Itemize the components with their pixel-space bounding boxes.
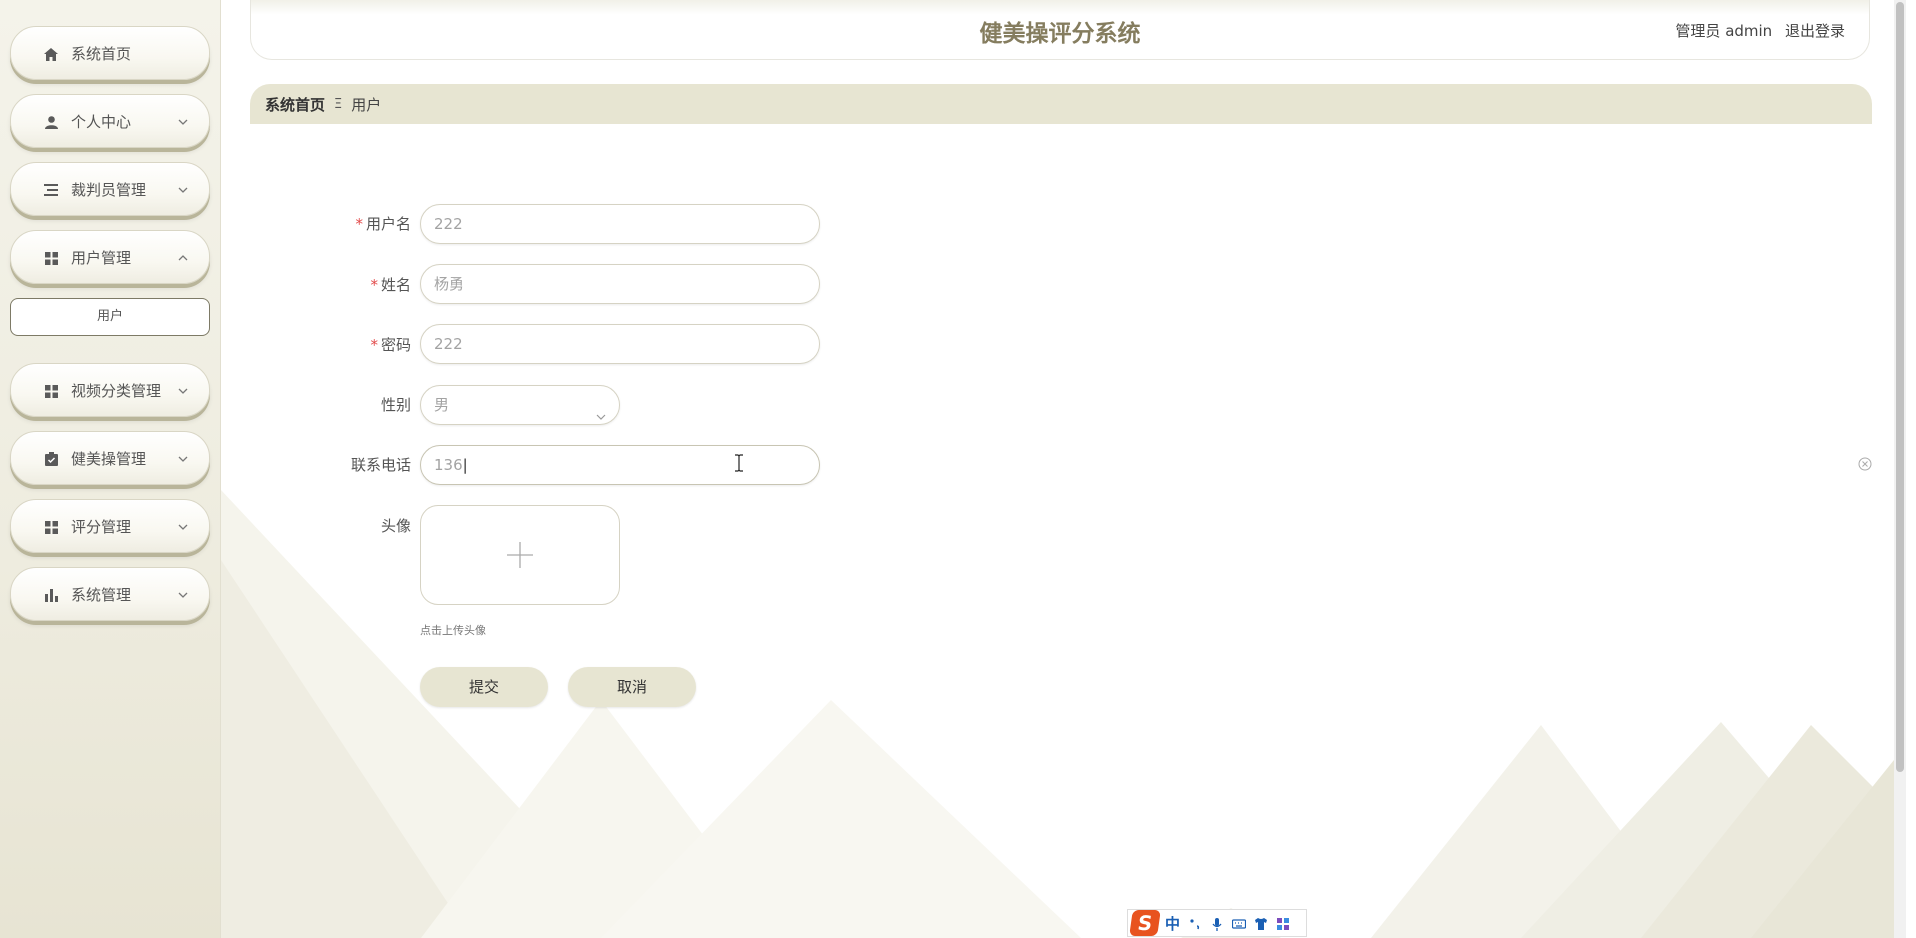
ime-mode-toggle[interactable]: 中 — [1165, 913, 1180, 934]
gender-selected-value: 男 — [434, 396, 450, 414]
skin-shirt-icon[interactable] — [1254, 916, 1268, 930]
chevron-down-icon — [177, 450, 189, 462]
required-mark: * — [370, 336, 378, 354]
app-title: 健美操评分系统 — [979, 21, 1141, 47]
chevron-down-icon — [177, 382, 189, 394]
sidebar-item-label: 健美操管理 — [71, 450, 147, 468]
user-icon — [43, 115, 59, 129]
grid-icon — [43, 384, 59, 398]
sidebar-item-personal-center[interactable]: 个人中心 — [10, 94, 210, 148]
name-field[interactable]: 杨勇 — [420, 264, 820, 304]
gender-select[interactable]: 男 — [420, 385, 620, 425]
sidebar-item-aerobics-management[interactable]: 健美操管理 — [10, 431, 210, 485]
sidebar-item-referee-management[interactable]: 裁判员管理 — [10, 162, 210, 216]
name-label: * 姓名 — [370, 276, 411, 294]
sogou-logo-icon[interactable]: S — [1129, 910, 1161, 936]
sidebar-item-video-category-management[interactable]: 视频分类管理 — [10, 363, 210, 417]
chevron-down-icon — [177, 586, 189, 598]
required-mark: * — [370, 276, 378, 294]
clipboard-icon — [43, 452, 59, 466]
logout-link[interactable]: 退出登录 — [1785, 22, 1845, 40]
plus-icon — [505, 540, 535, 570]
sidebar-item-home[interactable]: 系统首页 — [10, 26, 210, 80]
sidebar-item-label: 系统管理 — [71, 586, 132, 604]
sidebar-item-label: 视频分类管理 — [71, 382, 162, 400]
text-caret: | — [462, 456, 468, 474]
chevron-down-icon — [177, 113, 189, 125]
password-field[interactable]: 222 — [420, 324, 820, 364]
breadcrumb: 系统首页 Ξ 用户 — [250, 84, 1872, 124]
user-info: 管理员 admin 退出登录 — [1667, 20, 1845, 41]
password-label: * 密码 — [370, 336, 411, 354]
submit-button[interactable]: 提交 — [420, 667, 548, 707]
keyboard-icon[interactable] — [1231, 916, 1247, 930]
sidebar-item-label: 个人中心 — [71, 113, 132, 131]
scrollbar-thumb[interactable] — [1896, 2, 1904, 772]
page-scrollbar[interactable] — [1894, 0, 1906, 938]
toolbox-grid-icon[interactable] — [1276, 916, 1290, 930]
sidebar-item-label: 用户管理 — [71, 249, 132, 267]
chevron-down-icon — [595, 399, 607, 420]
username-field[interactable]: 222 — [420, 204, 820, 244]
top-header: 健美操评分系统 管理员 admin 退出登录 — [250, 0, 1870, 60]
avatar-label: 头像 — [380, 517, 411, 535]
punctuation-icon[interactable] — [1188, 916, 1202, 930]
breadcrumb-separator-icon: Ξ — [334, 96, 343, 112]
grid-icon — [43, 520, 59, 534]
phone-label: 联系电话 — [350, 456, 411, 474]
required-mark: * — [355, 215, 363, 233]
clear-circle-icon[interactable] — [1858, 456, 1872, 471]
gender-label: 性别 — [380, 396, 411, 414]
grid-icon — [43, 251, 59, 265]
chevron-up-icon — [177, 249, 189, 261]
chevron-down-icon — [177, 181, 189, 193]
chevron-down-icon — [177, 518, 189, 530]
avatar-upload-tip: 点击上传头像 — [420, 624, 486, 637]
phone-field-value: 136 — [434, 456, 463, 474]
ime-toolbar: S 中 — [1127, 909, 1307, 937]
sidebar-item-system-management[interactable]: 系统管理 — [10, 567, 210, 621]
list-icon — [43, 183, 59, 197]
admin-user-label: 管理员 admin — [1675, 22, 1773, 40]
avatar-upload[interactable] — [420, 505, 620, 605]
main-content: 健美操评分系统 管理员 admin 退出登录 系统首页 Ξ 用户 * 用户名 22… — [221, 0, 1906, 938]
text-cursor-icon — [733, 454, 745, 472]
sidebar-item-score-management[interactable]: 评分管理 — [10, 499, 210, 553]
phone-field[interactable]: 136| — [420, 445, 820, 485]
breadcrumb-current: 用户 — [351, 95, 382, 114]
sidebar-subitem-user[interactable]: 用户 — [10, 298, 210, 336]
sidebar: 系统首页 个人中心 裁判员管理 用户管理 用户 视频分类管理 健美操管理 评分管… — [0, 0, 221, 938]
sidebar-item-user-management[interactable]: 用户管理 — [10, 230, 210, 284]
sidebar-item-label: 系统首页 — [71, 45, 132, 63]
microphone-icon[interactable] — [1210, 916, 1224, 931]
breadcrumb-home-link[interactable]: 系统首页 — [265, 94, 325, 115]
bar-chart-icon — [43, 588, 59, 602]
sidebar-item-label: 评分管理 — [71, 518, 132, 536]
home-icon — [43, 47, 59, 61]
cancel-button[interactable]: 取消 — [568, 667, 696, 707]
sidebar-item-label: 裁判员管理 — [71, 181, 147, 199]
username-label: * 用户名 — [355, 215, 411, 233]
